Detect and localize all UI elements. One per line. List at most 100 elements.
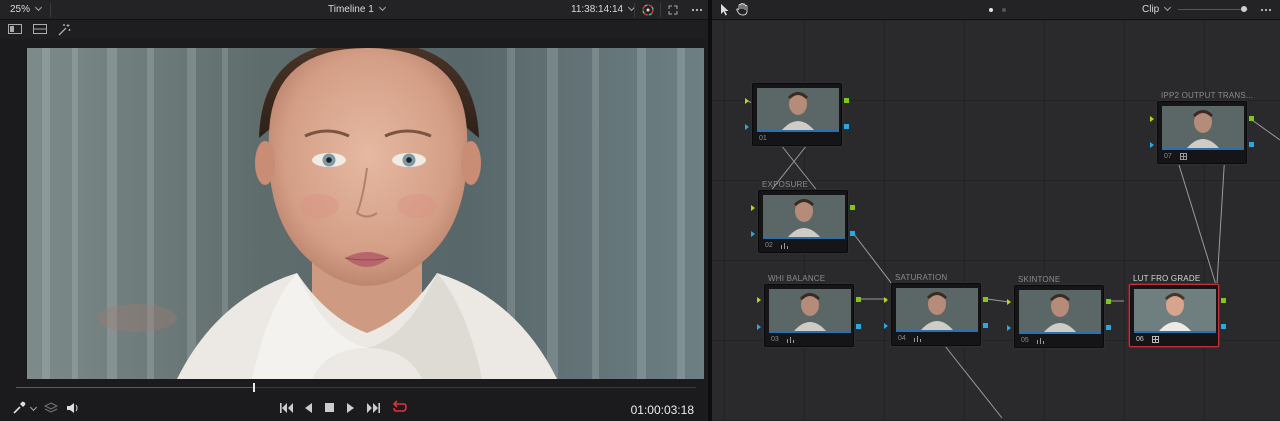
transport-bar [0, 398, 708, 418]
playhead[interactable] [253, 383, 255, 392]
scope-icon [1037, 338, 1044, 344]
node-number: 03 [771, 336, 779, 343]
node-04[interactable]: 04 [891, 283, 981, 346]
node-thumbnail [1019, 290, 1101, 332]
node-07[interactable]: 07 [1157, 101, 1247, 164]
key-input-pin[interactable] [884, 323, 888, 329]
zoom-value: 25% [10, 4, 31, 15]
pointer-icon[interactable] [720, 4, 730, 16]
play-icon[interactable] [346, 402, 356, 414]
key-input-pin[interactable] [1150, 142, 1154, 148]
node-label: SKINTONE [1018, 275, 1061, 284]
key-output-pin[interactable] [1221, 324, 1226, 329]
scrubber-track[interactable] [16, 387, 696, 388]
more-icon[interactable] [1260, 8, 1272, 12]
skip-forward-icon[interactable] [366, 402, 380, 414]
key-output-pin[interactable] [856, 324, 861, 329]
rgb-input-pin[interactable] [757, 297, 761, 303]
node-bar [757, 130, 839, 132]
node-number: 05 [1021, 337, 1029, 344]
chevron-down-icon [378, 3, 386, 12]
rgb-output-pin[interactable] [1106, 299, 1111, 304]
mode-label: Clip [1142, 4, 1160, 15]
key-output-pin[interactable] [983, 323, 988, 328]
node-number: 04 [898, 335, 906, 342]
divider [660, 3, 661, 17]
speaker-icon[interactable] [66, 401, 80, 415]
zoom-select[interactable]: 25% [10, 3, 43, 15]
scope-icon [787, 337, 794, 343]
node-label: IPP2 OUTPUT TRANS... [1161, 91, 1254, 100]
expand-icon[interactable] [668, 5, 678, 15]
divider [634, 3, 635, 17]
node-thumbnail [1134, 289, 1216, 331]
single-view-icon[interactable] [8, 24, 22, 34]
node-bar [763, 237, 845, 239]
key-output-pin[interactable] [1106, 325, 1111, 330]
magic-wand-icon[interactable] [58, 23, 71, 36]
stop-icon[interactable] [325, 403, 335, 413]
layers-icon[interactable] [44, 401, 58, 415]
rgb-input-pin[interactable] [1007, 299, 1011, 305]
node-bar [769, 331, 851, 333]
viewer-subtoolbar [0, 20, 708, 39]
rgb-input-pin[interactable] [884, 297, 888, 303]
hand-icon[interactable] [736, 3, 748, 16]
node-graph[interactable]: 01 EXPOSURE 02 WHI BALANCE 03 SATURATION [712, 0, 1280, 421]
node-03[interactable]: 03 [764, 284, 854, 347]
rgb-output-pin[interactable] [1221, 298, 1226, 303]
zoom-slider-track[interactable] [1178, 9, 1248, 10]
node-thumbnail [757, 88, 839, 130]
rgb-output-pin[interactable] [844, 98, 849, 103]
clip-mode-select[interactable]: Clip [1142, 3, 1172, 15]
node-06[interactable]: 06 [1129, 284, 1219, 347]
viewer-toolbar: 25% Timeline 1 11:38:14:14 [0, 0, 708, 20]
key-input-pin[interactable] [1007, 325, 1011, 331]
rgb-input-pin[interactable] [1150, 116, 1154, 122]
play-reverse-icon[interactable] [304, 402, 314, 414]
color-wheel-icon[interactable] [642, 4, 654, 16]
node-01[interactable]: 01 [752, 83, 842, 146]
rgb-output-pin[interactable] [850, 205, 855, 210]
grid-icon [1152, 336, 1159, 343]
rgb-output-pin[interactable] [983, 297, 988, 302]
node-05[interactable]: 05 [1014, 285, 1104, 348]
key-input-pin[interactable] [751, 231, 755, 237]
node-label: LUT FRO GRADE [1133, 274, 1201, 283]
timeline-name: Timeline 1 [328, 4, 374, 15]
key-input-pin[interactable] [745, 124, 749, 130]
scope-icon [781, 243, 788, 249]
timeline-select[interactable]: Timeline 1 [328, 3, 386, 15]
divider [50, 3, 51, 17]
rgb-input-pin[interactable] [745, 98, 749, 104]
loop-icon[interactable] [392, 400, 408, 414]
node-label: WHI BALANCE [768, 274, 826, 283]
key-input-pin[interactable] [757, 324, 761, 330]
page-dot[interactable] [1002, 8, 1006, 12]
more-icon[interactable] [691, 8, 703, 12]
source-timecode-select[interactable]: 11:38:14:14 [571, 3, 636, 15]
rgb-output-pin[interactable] [1249, 116, 1254, 121]
grid-icon [1180, 153, 1187, 160]
key-output-pin[interactable] [844, 124, 849, 129]
eyedropper-icon[interactable] [12, 401, 26, 415]
key-output-pin[interactable] [1249, 142, 1254, 147]
scope-icon [914, 336, 921, 342]
node-number: 01 [759, 135, 767, 142]
split-view-icon[interactable] [33, 24, 47, 34]
zoom-slider-handle[interactable] [1241, 6, 1247, 12]
node-bar [896, 330, 978, 332]
page-dot-active[interactable] [989, 8, 993, 12]
node-bar [1019, 332, 1101, 334]
node-02[interactable]: 02 [758, 190, 848, 253]
rgb-output-pin[interactable] [856, 297, 861, 302]
viewer-image[interactable] [27, 48, 704, 379]
chevron-down-icon[interactable] [29, 403, 38, 412]
node-label: EXPOSURE [762, 180, 809, 189]
skip-back-icon[interactable] [280, 402, 294, 414]
node-bar [1162, 148, 1244, 150]
rgb-input-pin[interactable] [751, 205, 755, 211]
record-timecode: 01:00:03:18 [630, 403, 694, 417]
key-output-pin[interactable] [850, 231, 855, 236]
node-number: 06 [1136, 336, 1144, 343]
